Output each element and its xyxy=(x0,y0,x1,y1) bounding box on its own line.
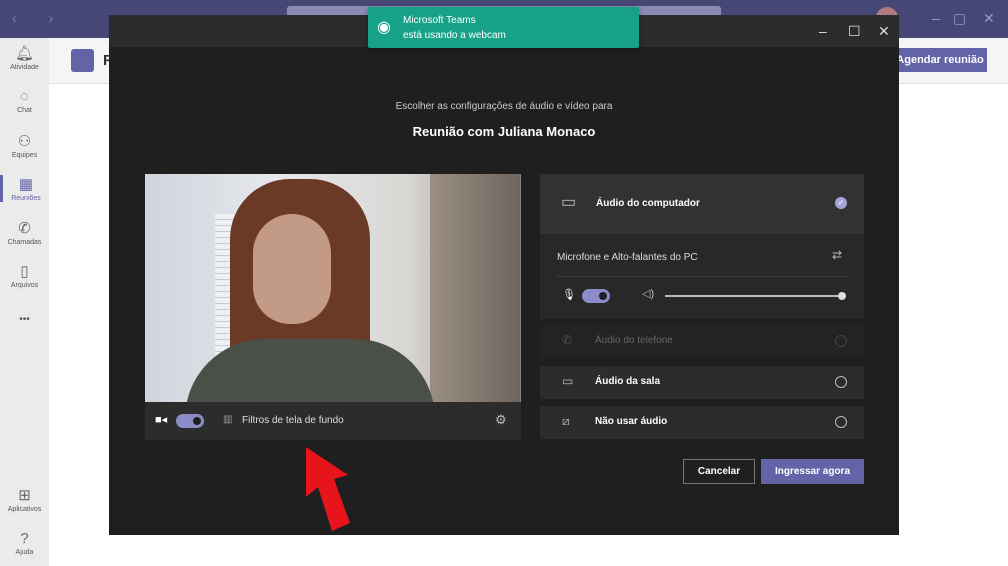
app-sidebar: 🔔︎ Atividade ◌ Chat ⚇ Equipes ▦ Reuniões ✆ Ch… xyxy=(0,38,49,566)
option-label: Não usar áudio xyxy=(595,416,668,427)
sidebar-item-atividade[interactable]: 🔔︎ Atividade xyxy=(0,44,49,71)
option-room-audio[interactable]: ▭ Áudio da sala xyxy=(540,366,864,399)
microphone-toggle[interactable] xyxy=(582,289,610,303)
option-label: Áudio do telefone xyxy=(595,335,673,346)
close-button[interactable]: ✕ xyxy=(983,10,995,27)
background-filter-icon: ▥ xyxy=(223,414,233,425)
red-arrow-annotation xyxy=(306,447,350,531)
sidebar-item-chamadas[interactable]: ✆ Chamadas xyxy=(0,219,49,246)
speaker-icon: ◁) xyxy=(642,288,655,300)
option-computer-audio[interactable]: ▭ Áudio do computador ✓ xyxy=(540,174,864,234)
cancel-button[interactable]: Cancelar xyxy=(683,459,755,484)
option-phone-audio: ✆ Áudio do telefone xyxy=(540,325,864,358)
volume-slider[interactable] xyxy=(665,295,842,297)
meeting-title: Reunião com Juliana Monaco xyxy=(412,124,596,139)
radio-button xyxy=(835,335,847,347)
option-no-audio[interactable]: ⧄ Não usar áudio xyxy=(540,406,864,439)
sidebar-item-equipes[interactable]: ⚇ Equipes xyxy=(0,132,49,159)
notification-message: está usando a webcam xyxy=(403,30,506,41)
label: Arquivos xyxy=(10,282,39,289)
no-audio-icon: ⧄ xyxy=(562,414,570,428)
sidebar-item-arquivos[interactable]: ▯ Arquivos xyxy=(0,262,49,289)
volume-slider-thumb[interactable] xyxy=(838,292,846,300)
video-controls: ■◂ ▥ Filtros de tela de fundo ⚙ xyxy=(145,402,521,440)
divider xyxy=(557,276,847,277)
sidebar-item-chat[interactable]: ◌ Chat xyxy=(0,88,49,114)
radio-button[interactable] xyxy=(835,376,847,388)
label: Atividade xyxy=(10,64,39,71)
minimize-button[interactable]: – xyxy=(932,10,940,26)
maximize-button[interactable]: ☐ xyxy=(848,23,861,40)
teams-icon: ⚇ xyxy=(17,133,32,150)
wardrobe xyxy=(430,174,520,402)
file-icon: ▯ xyxy=(20,263,29,280)
close-button[interactable]: ✕ xyxy=(878,23,890,40)
minimize-button[interactable]: – xyxy=(819,23,827,39)
background-filters-button[interactable]: Filtros de tela de fundo xyxy=(242,415,344,426)
join-now-button[interactable]: Ingressar agora xyxy=(761,459,864,484)
notification-title: Microsoft Teams xyxy=(403,15,476,26)
radio-button[interactable] xyxy=(835,416,847,428)
person-face xyxy=(253,214,331,324)
webcam-icon: ◉ xyxy=(377,19,391,36)
arrow-shape xyxy=(306,447,350,531)
help-icon: ? xyxy=(20,530,29,547)
chat-icon: ◌ xyxy=(20,88,29,105)
label: Equipes xyxy=(11,152,38,159)
meeting-prejoin-dialog: – ☐ ✕ Escolher as configurações de áudio… xyxy=(109,15,899,535)
sidebar-item-ajuda[interactable]: ? Ajuda xyxy=(0,530,49,556)
back-forward-nav[interactable]: ‹ › xyxy=(12,10,67,26)
label: Reuniões xyxy=(11,195,41,202)
maximize-button[interactable]: ▢ xyxy=(953,10,966,27)
label: Ajuda xyxy=(15,549,34,556)
settings-gear-icon[interactable]: ⚙ xyxy=(495,412,507,428)
camera-icon: ■◂ xyxy=(155,414,168,426)
device-settings-icon[interactable]: ⇄ xyxy=(832,248,842,262)
schedule-meeting-button[interactable]: Agendar reunião xyxy=(893,48,987,72)
sidebar-item-aplicativos[interactable]: ⊞ Aplicativos xyxy=(0,486,49,513)
room-icon: ▭ xyxy=(562,374,574,388)
camera-preview xyxy=(145,174,521,402)
dialog-subtitle: Escolher as configurações de áudio e víd… xyxy=(395,101,613,112)
apps-icon: ⊞ xyxy=(18,487,31,504)
bell-icon: 🔔︎ xyxy=(14,45,35,62)
calendar-icon: ▦ xyxy=(18,176,34,193)
computer-audio-icon: ▭ xyxy=(561,194,577,211)
check-icon: ✓ xyxy=(835,197,847,209)
option-label: Áudio do computador xyxy=(596,198,700,209)
calendar-icon xyxy=(71,49,94,72)
device-name: Microfone e Alto-falantes do PC xyxy=(557,252,698,263)
microphone-icon: 🎙︎ xyxy=(562,289,576,301)
label: Chamadas xyxy=(7,239,42,246)
more-apps-button[interactable]: ••• xyxy=(0,314,49,325)
computer-audio-settings: Microfone e Alto-falantes do PC ⇄ 🎙︎ ◁) xyxy=(540,234,864,319)
option-label: Áudio da sala xyxy=(595,376,661,387)
phone-icon: ✆ xyxy=(562,333,573,347)
label: Aplicativos xyxy=(7,506,42,513)
webcam-notification[interactable]: ◉ Microsoft Teams está usando a webcam xyxy=(368,7,639,48)
camera-toggle[interactable] xyxy=(176,414,204,428)
label: Chat xyxy=(17,107,32,114)
phone-icon: ✆ xyxy=(18,220,31,237)
sidebar-item-reunioes[interactable]: ▦ Reuniões xyxy=(0,175,49,202)
